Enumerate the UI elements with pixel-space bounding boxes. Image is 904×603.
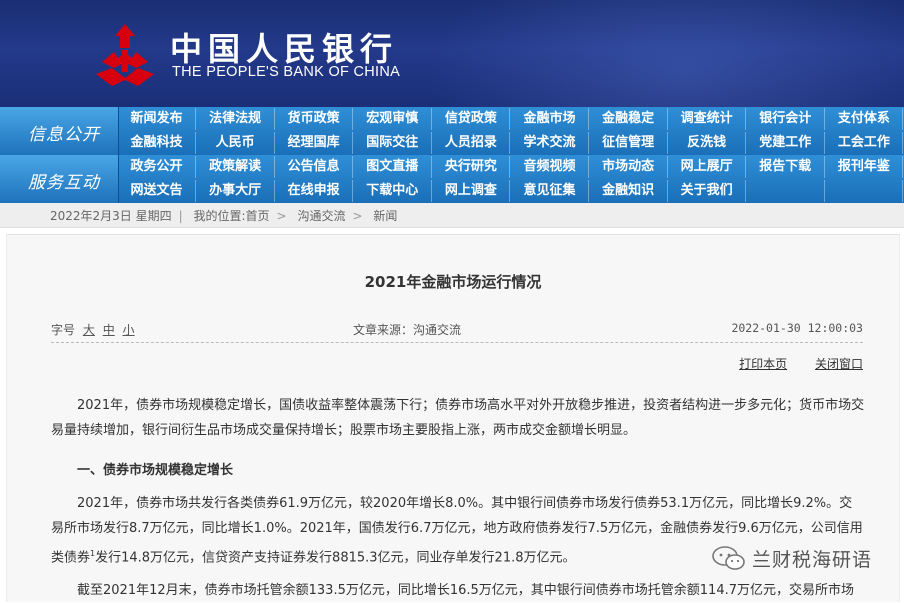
nav-item — [825, 180, 904, 202]
nav-item[interactable]: 政务公开 — [118, 156, 196, 178]
nav-item[interactable]: 音频视频 — [511, 156, 589, 178]
nav-item[interactable]: 市场动态 — [590, 156, 668, 178]
pboc-logo-icon[interactable] — [92, 22, 158, 88]
nav-item[interactable]: 人员招录 — [432, 132, 511, 154]
article-paragraph: 截至2021年12月末，债券市场托管余额133.5万亿元，同比增长16.5万亿元… — [77, 583, 855, 598]
nav-item[interactable]: 党建工作 — [747, 132, 825, 154]
section-heading: 一、债券市场规模稳定增长 — [77, 463, 234, 478]
close-window-link[interactable]: 关闭窗口 — [815, 357, 863, 371]
nav-item[interactable]: 支付体系 — [825, 108, 904, 130]
site-title-en: THE PEOPLE'S BANK OF CHINA — [172, 64, 401, 80]
nav-service-interact: 服务互动 政务公开 政策解读 公告信息 图文直播 央行研究 音频视频 市场动态 网上展厅 报告下… — [0, 155, 904, 203]
header-glow — [424, 0, 904, 107]
site-header: 中国人民银行 THE PEOPLE'S BANK OF CHINA — [0, 0, 904, 107]
nav-item[interactable]: 央行研究 — [432, 156, 511, 178]
nav-item[interactable]: 政策解读 — [197, 156, 275, 178]
nav-item[interactable]: 宏观审慎 — [354, 108, 432, 130]
nav-item[interactable]: 反洗钱 — [668, 132, 747, 154]
article-title: 2021年金融市场运行情况 — [364, 273, 542, 291]
font-size-large[interactable]: 大 — [83, 323, 95, 337]
breadcrumb-level2[interactable]: 新闻 — [373, 209, 397, 223]
nav-item[interactable]: 金融知识 — [590, 180, 668, 202]
nav-item[interactable]: 关于我们 — [668, 180, 747, 202]
nav-section-label: 服务互动 — [0, 155, 119, 203]
meta-divider — [51, 342, 863, 343]
nav-item[interactable]: 国际交往 — [354, 132, 432, 154]
nav-item[interactable]: 学术交流 — [511, 132, 589, 154]
nav-item[interactable]: 银行会计 — [747, 108, 825, 130]
breadcrumb-level1[interactable]: 沟通交流 — [297, 209, 345, 223]
nav-item[interactable]: 报刊年鉴 — [825, 156, 904, 178]
nav-item[interactable]: 金融稳定 — [590, 108, 668, 130]
nav-item — [747, 180, 825, 202]
nav-grid-info: 新闻发布 法律法规 货币政策 宏观审慎 信贷政策 金融市场 金融稳定 调查统计 银行会计 支付体系… — [118, 107, 904, 155]
nav-item[interactable]: 货币政策 — [275, 108, 354, 130]
nav-item[interactable]: 办事大厅 — [197, 180, 275, 202]
breadcrumb: 2022年2月3日 星期四 | 我的位置:首页 > 沟通交流 > 新闻 — [0, 203, 904, 228]
article-paragraph: 2021年，债券市场规模稳定增长，国债收益率整体震荡下行；债券市场高水平对外开放… — [51, 398, 865, 438]
nav-item[interactable]: 金融科技 — [118, 132, 196, 154]
font-size-label: 字号 — [51, 323, 76, 337]
nav-item[interactable]: 在线申报 — [275, 180, 354, 202]
wechat-icon — [712, 546, 745, 570]
article-meta: 字号 大 中 小 文章来源：沟通交流 2022-01-30 12:00:03 — [51, 321, 863, 341]
nav-item[interactable]: 图文直播 — [354, 156, 432, 178]
nav-item[interactable]: 法律法规 — [197, 108, 275, 130]
print-page-link[interactable]: 打印本页 — [739, 357, 787, 371]
breadcrumb-home[interactable]: 我的位置:首页 — [194, 209, 270, 223]
watermark-text: 兰财税海研语 — [752, 548, 873, 571]
nav-item[interactable]: 新闻发布 — [118, 108, 196, 130]
article-source: 文章来源：沟通交流 — [353, 323, 462, 337]
nav-item[interactable]: 下载中心 — [354, 180, 432, 202]
article-actions: 打印本页 关闭窗口 — [715, 355, 863, 372]
nav-item[interactable]: 报告下载 — [747, 156, 825, 178]
wechat-watermark: 兰财税海研语 — [712, 540, 872, 576]
font-size-medium[interactable]: 中 — [103, 323, 115, 337]
nav-item[interactable]: 征信管理 — [590, 132, 668, 154]
nav-item[interactable]: 网上调查 — [432, 180, 511, 202]
nav-item[interactable]: 调查统计 — [668, 108, 747, 130]
nav-item[interactable]: 经理国库 — [275, 132, 354, 154]
font-size-small[interactable]: 小 — [123, 323, 135, 337]
nav-item[interactable]: 意见征集 — [511, 180, 589, 202]
nav-item[interactable]: 网上展厅 — [668, 156, 747, 178]
nav-grid-service: 政务公开 政策解读 公告信息 图文直播 央行研究 音频视频 市场动态 网上展厅 报告下载 报刊年鉴… — [118, 155, 904, 203]
nav-item[interactable]: 金融市场 — [511, 108, 589, 130]
nav-info-public: 信息公开 新闻发布 法律法规 货币政策 宏观审慎 信贷政策 金融市场 金融稳定 调查统计 银行会… — [0, 107, 904, 155]
current-date: 2022年2月3日 星期四 — [50, 209, 172, 223]
nav-section-label: 信息公开 — [0, 107, 119, 155]
nav-item[interactable]: 工会工作 — [825, 132, 904, 154]
nav-item[interactable]: 公告信息 — [275, 156, 354, 178]
nav-item[interactable]: 信贷政策 — [432, 108, 511, 130]
font-size-controls: 字号 大 中 小 — [51, 321, 135, 338]
article-datetime: 2022-01-30 12:00:03 — [731, 321, 863, 335]
nav-item[interactable]: 网送文告 — [118, 180, 196, 202]
nav-item[interactable]: 人民币 — [197, 132, 275, 154]
